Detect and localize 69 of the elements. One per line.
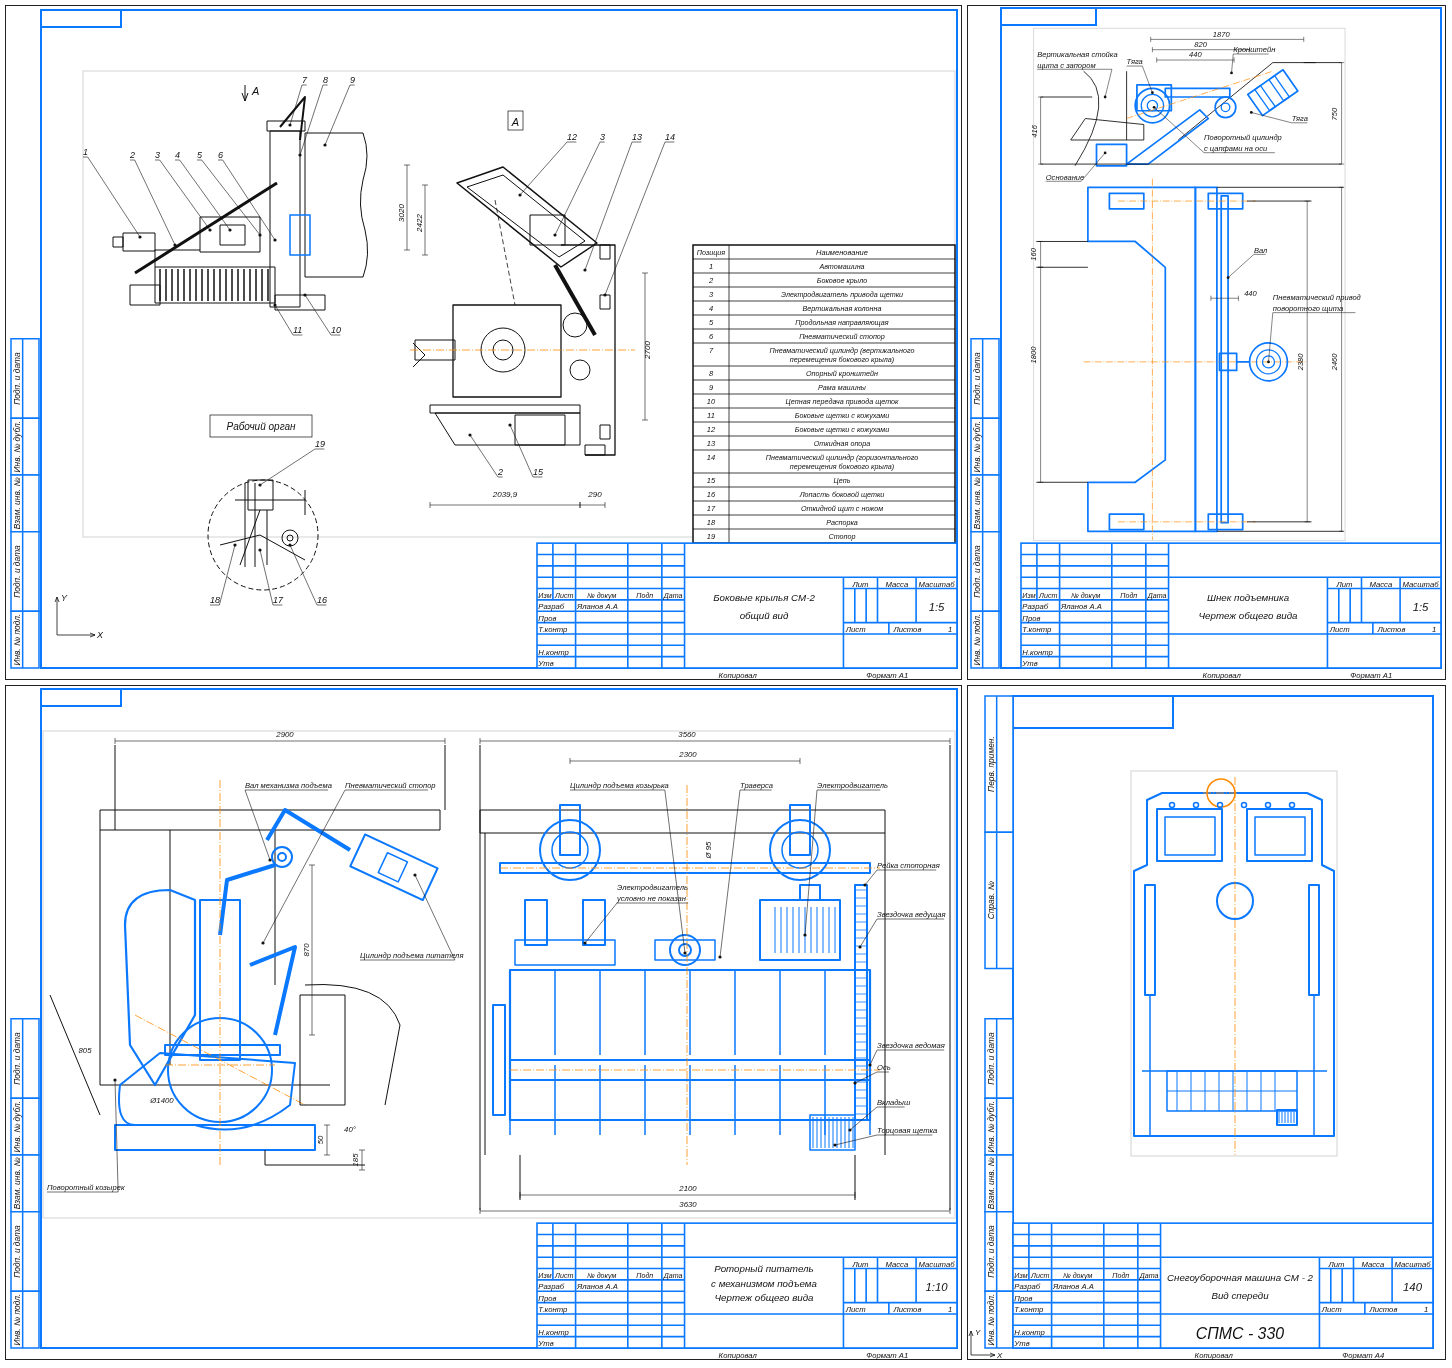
- strip-label: Справ. №: [985, 881, 996, 920]
- dimension-value: 290: [588, 490, 602, 499]
- dimension-value: 2700: [643, 341, 652, 359]
- drawing-title: Снегоуборочная машина СМ - 2: [1167, 1272, 1313, 1284]
- callout-number: 7: [302, 75, 307, 85]
- strip-label: Инв. № дубл.: [985, 1100, 996, 1153]
- view-label: А: [507, 110, 524, 131]
- callout-number: 9: [350, 75, 355, 85]
- strip-label: Подп. и дата: [11, 1225, 22, 1278]
- strip-label: Инв. № дубл.: [11, 1100, 22, 1153]
- dimension-value: 3020: [397, 204, 406, 222]
- callout-number: 14: [665, 132, 675, 142]
- strip-label: Инв. № подл.: [11, 613, 22, 666]
- strip-label: Подп. и дата: [985, 1225, 996, 1278]
- drawing-title: Шнек подъемника: [1206, 592, 1290, 604]
- axis-label: Y: [61, 593, 67, 603]
- drawing-title: Вид спереди: [1211, 1290, 1269, 1302]
- drawing-title: с механизмом подъема: [711, 1277, 817, 1289]
- callout-number: 3: [600, 132, 605, 142]
- view-label: А: [252, 85, 260, 97]
- callout-number: 16: [317, 595, 327, 605]
- drawing-title: Чертеж общего вида: [1198, 610, 1298, 622]
- strip-label: Взам. инв. №: [11, 477, 22, 530]
- strip-label: Взам. инв. №: [11, 1157, 22, 1210]
- strip-label: Инв. № подл.: [971, 613, 982, 666]
- callout-number: 8: [323, 75, 328, 85]
- callout-number: 17: [273, 595, 283, 605]
- strip-label: Взам. инв. №: [985, 1157, 996, 1210]
- strip-label: Подп. и дата: [11, 545, 22, 598]
- dimension-value: 2422: [415, 214, 424, 232]
- drawing-designation: СПМС - 330: [1195, 1324, 1285, 1342]
- strip-label: Взам. инв. №: [971, 477, 982, 530]
- axis-label: X: [997, 1351, 1003, 1360]
- axis-label: X: [97, 630, 103, 640]
- strip-label: Инв. № подл.: [11, 1293, 22, 1346]
- scale-value: 1:5: [928, 601, 945, 614]
- scale-value: 1:10: [925, 1281, 948, 1294]
- callout-number: 13: [632, 132, 642, 142]
- strip-label: Инв. № дубл.: [11, 420, 22, 473]
- callout-number: 2: [498, 467, 503, 477]
- callout-number: 12: [567, 132, 577, 142]
- drawing-title: Чертеж общего вида: [714, 1292, 814, 1304]
- strip-label: Инв. № подл.: [985, 1293, 996, 1346]
- callout-number: 19: [315, 439, 325, 449]
- strip-label: Подп. и дата: [11, 1032, 22, 1085]
- scale-value: 140: [1403, 1281, 1422, 1294]
- axis-label: Y: [975, 1328, 981, 1337]
- strip-label: Подп. и дата: [971, 352, 982, 405]
- callout-number: 10: [331, 325, 341, 335]
- scale-value: 1:5: [1412, 601, 1429, 614]
- strip-label: Подп. и дата: [971, 545, 982, 598]
- strip-label: Инв. № дубл.: [971, 420, 982, 473]
- strip-label: Подп. и дата: [11, 352, 22, 405]
- callout-number: 6: [218, 150, 223, 160]
- callout-number: 5: [197, 150, 202, 160]
- callout-number: 15: [533, 467, 543, 477]
- drawing-title: общий вид: [739, 610, 789, 622]
- callout-number: 1: [83, 147, 88, 157]
- strip-label: Подп. и дата: [985, 1032, 996, 1085]
- callout-number: 18: [210, 595, 220, 605]
- drawing-title: Роторный питатель: [714, 1262, 814, 1274]
- callout-number: 11: [293, 325, 303, 335]
- strip-label: Перв. примен.: [985, 736, 996, 792]
- view-caption: Рабочий орган: [209, 414, 313, 438]
- dimension-value: 2039,9: [492, 490, 518, 499]
- callout-number: 4: [175, 150, 180, 160]
- callout-number: 3: [155, 150, 160, 160]
- drawing-title: Боковые крылья СМ-2: [713, 592, 815, 604]
- callout-number: 2: [130, 150, 135, 160]
